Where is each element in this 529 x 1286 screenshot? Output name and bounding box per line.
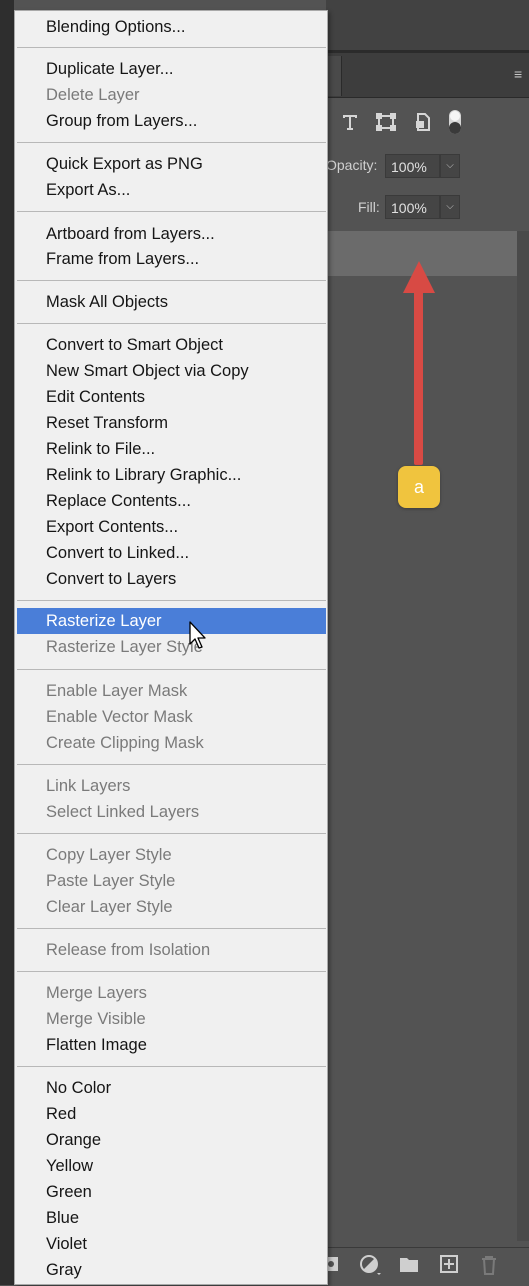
menu-item-rasterize-layer[interactable]: Rasterize Layer [17, 608, 326, 634]
menu-item-color-orange[interactable]: Orange [17, 1127, 326, 1153]
menu-item-link-layers: Link Layers [46, 777, 131, 795]
menu-separator [17, 142, 326, 143]
menu-item-frame-from-layers[interactable]: Frame from Layers... [17, 246, 326, 272]
annotation-arrow-head [403, 261, 435, 293]
menu-item-color-yellow[interactable]: Yellow [17, 1153, 326, 1179]
menu-item-convert-to-smart-object[interactable]: Convert to Smart Object [17, 332, 326, 358]
menu-item-merge-layers: Merge Layers [46, 984, 147, 1002]
menu-item-color-blue[interactable]: Blue [17, 1205, 326, 1231]
menu-item-group-from-layers[interactable]: Group from Layers... [17, 108, 326, 134]
menu-item-color-red[interactable]: Red [17, 1101, 326, 1127]
menu-separator [17, 1066, 326, 1067]
menu-item-quick-export-png[interactable]: Quick Export as PNG [17, 151, 326, 177]
menu-item-release-from-isolation: Release from Isolation [46, 941, 211, 959]
left-dark-strip [0, 0, 14, 1285]
layers-scroll-edge [517, 231, 529, 1241]
fill-label: Fill: [358, 199, 380, 215]
layers-bottom-bar [326, 1247, 529, 1286]
panel-tab[interactable] [326, 56, 342, 96]
menu-item-color-none[interactable]: No Color [17, 1075, 326, 1101]
top-panel-area [326, 0, 529, 50]
menu-separator [17, 833, 326, 834]
menu-item-relink-to-file[interactable]: Relink to File... [17, 436, 326, 462]
menu-item-color-green[interactable]: Green [17, 1179, 326, 1205]
panel-menu-icon[interactable]: ≡ [514, 66, 529, 82]
menu-item-copy-layer-style: Copy Layer Style [46, 846, 172, 864]
menu-item-relink-to-library-graphic[interactable]: Relink to Library Graphic... [17, 462, 326, 488]
menu-item-color-violet[interactable]: Violet [17, 1231, 326, 1257]
menu-item-edit-contents[interactable]: Edit Contents [17, 384, 326, 410]
annotation-badge: a [398, 466, 440, 508]
menu-item-paste-layer-style: Paste Layer Style [46, 872, 176, 890]
mask-icon[interactable] [326, 1255, 340, 1277]
menu-item-mask-all-objects[interactable]: Mask All Objects [17, 289, 326, 315]
type-filter-icon[interactable] [340, 112, 360, 136]
menu-item-enable-layer-mask: Enable Layer Mask [46, 682, 188, 700]
menu-separator [17, 764, 326, 765]
layer-context-menu: Blending Options... Duplicate Layer... D… [14, 10, 328, 1285]
panel-tab-row [326, 53, 529, 98]
menu-item-merge-visible: Merge Visible [46, 1010, 146, 1028]
menu-item-artboard-from-layers[interactable]: Artboard from Layers... [17, 221, 326, 247]
opacity-input[interactable]: 100% [385, 154, 440, 178]
menu-item-delete-layer: Delete Layer [46, 86, 140, 104]
new-layer-icon[interactable] [440, 1255, 458, 1277]
fill-row: Fill: 100% ⌵ [326, 186, 529, 228]
menu-item-duplicate-layer[interactable]: Duplicate Layer... [17, 56, 326, 82]
menu-item-create-clipping-mask: Create Clipping Mask [46, 734, 204, 752]
new-group-icon[interactable] [399, 1255, 419, 1277]
menu-item-export-as[interactable]: Export As... [17, 177, 326, 203]
menu-item-rasterize-layer-style: Rasterize Layer Style [46, 638, 203, 656]
menu-separator [17, 928, 326, 929]
menu-item-flatten-image[interactable]: Flatten Image [17, 1032, 326, 1058]
menu-item-reset-transform[interactable]: Reset Transform [17, 410, 326, 436]
transform-filter-icon[interactable] [375, 112, 397, 136]
delete-layer-icon[interactable] [480, 1255, 498, 1279]
menu-item-replace-contents[interactable]: Replace Contents... [17, 488, 326, 514]
opacity-dropdown[interactable]: ⌵ [440, 154, 460, 178]
menu-item-convert-to-layers[interactable]: Convert to Layers [17, 566, 326, 592]
menu-item-clear-layer-style: Clear Layer Style [46, 898, 173, 916]
opacity-label: Opacity: [326, 157, 378, 173]
adjustment-layer-icon[interactable] [360, 1255, 382, 1281]
menu-separator [17, 211, 326, 212]
fill-input[interactable]: 100% [385, 195, 440, 219]
menu-separator [17, 323, 326, 324]
mouse-cursor-icon [189, 621, 206, 649]
menu-separator [17, 669, 326, 670]
menu-separator [17, 47, 326, 48]
opacity-row: Opacity: 100% ⌵ [326, 146, 529, 186]
fill-dropdown[interactable]: ⌵ [440, 195, 460, 219]
menu-separator [17, 600, 326, 601]
annotation-arrow-shaft [414, 290, 423, 465]
menu-item-color-gray[interactable]: Gray [17, 1257, 326, 1283]
filter-toggle-icon[interactable] [447, 108, 463, 140]
menu-item-enable-vector-mask: Enable Vector Mask [46, 708, 193, 726]
menu-separator [17, 280, 326, 281]
smart-object-filter-icon[interactable] [413, 112, 433, 136]
menu-item-select-linked-layers: Select Linked Layers [46, 803, 200, 821]
menu-item-new-smart-object-via-copy[interactable]: New Smart Object via Copy [17, 358, 326, 384]
menu-item-export-contents[interactable]: Export Contents... [17, 514, 326, 540]
menu-item-convert-to-linked[interactable]: Convert to Linked... [17, 540, 326, 566]
menu-item-blending-options[interactable]: Blending Options... [17, 14, 326, 40]
menu-separator [17, 971, 326, 972]
